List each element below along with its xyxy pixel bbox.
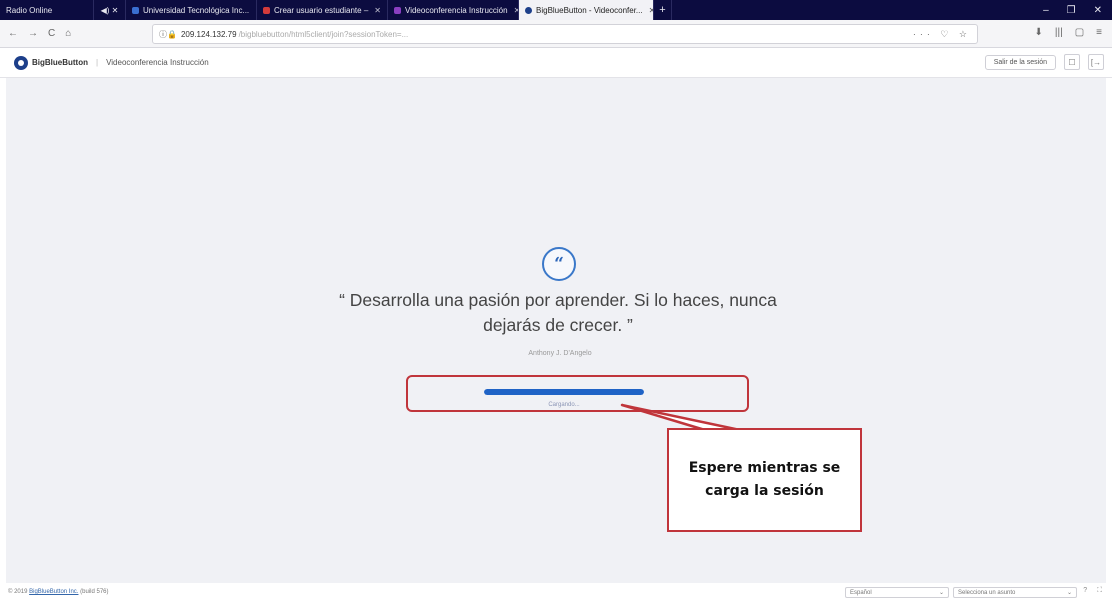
- favicon-icon: [525, 6, 532, 14]
- browser-toolbar: ← → C ⌂ ⓘ🔒 209.124.132.79 /bigbluebutton…: [0, 20, 1112, 48]
- language-value: Español: [850, 589, 872, 596]
- browser-tab-strip: Radio Online ◀︎) ✕ Universidad Tecnológi…: [0, 0, 1112, 20]
- tab-label: Crear usuario estudiante –: [274, 5, 369, 15]
- toolbar-right: ⬇ ||| ▢ ≡: [1035, 27, 1102, 38]
- copyright-prefix: © 2019: [8, 589, 30, 595]
- app-header: BigBlueButton | Videoconferencia Instruc…: [0, 48, 1112, 78]
- tab-bigbluebutton[interactable]: BigBlueButton - Videoconfer... ✕: [519, 0, 654, 20]
- home-icon[interactable]: ⌂: [65, 28, 71, 39]
- new-tab-button[interactable]: +: [654, 0, 672, 20]
- quote-author: Anthony J. D'Angelo: [528, 350, 592, 357]
- window-controls: – ❐ ✕: [1043, 5, 1112, 16]
- favicon-icon: [132, 6, 139, 14]
- favicon-icon: [263, 6, 270, 14]
- plus-icon: +: [659, 4, 666, 16]
- copyright-text: © 2019 BigBlueButton Inc. (build 576): [8, 589, 109, 595]
- forward-arrow-icon[interactable]: →: [28, 28, 38, 39]
- page-actions-icon[interactable]: ··· ♡ ☆: [913, 29, 971, 40]
- address-bar[interactable]: ⓘ🔒 209.124.132.79 /bigbluebutton/html5cl…: [152, 24, 978, 44]
- tab-label: Videoconferencia Instrucción: [405, 5, 508, 15]
- tab-crear-usuario[interactable]: Crear usuario estudiante – ✕: [257, 0, 388, 20]
- annotation-text: Espere mientras se carga la sesión: [688, 460, 841, 499]
- nav-buttons: ← → C ⌂: [0, 28, 150, 39]
- language-select[interactable]: Español ⌄: [845, 587, 949, 598]
- downloads-icon[interactable]: ⬇: [1035, 27, 1043, 38]
- tab-radio-online[interactable]: Radio Online: [0, 0, 94, 20]
- chevron-down-icon: ⌄: [938, 590, 944, 596]
- library-icon[interactable]: |||: [1055, 27, 1063, 38]
- tab-label: BigBlueButton - Videoconfer...: [536, 5, 643, 15]
- restore-button[interactable]: ❐: [1067, 5, 1076, 16]
- header-divider: |: [96, 58, 99, 67]
- header-actions: Salir de la sesión ☐ [→: [984, 54, 1104, 70]
- highlight-box: [406, 375, 749, 412]
- tab-audio-indicator[interactable]: ◀︎) ✕: [94, 0, 126, 20]
- chevron-down-icon: ⌄: [1066, 590, 1072, 596]
- logout-icon[interactable]: [→: [1088, 54, 1104, 70]
- favicon-icon: [394, 6, 401, 14]
- brand-name: BigBlueButton: [32, 58, 88, 67]
- speaker-icon: ◀︎) ✕: [100, 5, 119, 15]
- close-icon[interactable]: ✕: [374, 6, 381, 15]
- reload-icon[interactable]: C: [48, 28, 55, 39]
- loading-quote: “ Desarrolla una pasión por aprender. Si…: [339, 290, 777, 335]
- session-title: Videoconferencia Instrucción: [106, 58, 209, 67]
- quote-icon: “: [542, 247, 576, 281]
- issue-value: Selecciona un asunto: [958, 589, 1016, 596]
- tab-label: Universidad Tecnológica Inc...: [143, 5, 250, 15]
- app-footer: © 2019 BigBlueButton Inc. (build 576) Es…: [0, 584, 1112, 600]
- window-icon[interactable]: ☐: [1064, 54, 1080, 70]
- bigbluebutton-logo-icon: [14, 55, 28, 70]
- url-host: 209.124.132.79: [180, 29, 237, 39]
- url-path: /bigbluebutton/html5client/join?sessionT…: [238, 29, 409, 39]
- issue-select[interactable]: Selecciona un asunto ⌄: [953, 587, 1077, 598]
- menu-icon[interactable]: ≡: [1096, 27, 1102, 38]
- exit-session-button[interactable]: Salir de la sesión: [984, 54, 1056, 70]
- help-icon[interactable]: ? ⛶: [1083, 587, 1106, 595]
- build-version: (build 576): [78, 589, 109, 595]
- annotation-callout: Espere mientras se carga la sesión: [667, 428, 862, 532]
- company-link[interactable]: BigBlueButton Inc.: [29, 589, 78, 595]
- minimize-button[interactable]: –: [1043, 5, 1049, 16]
- close-window-button[interactable]: ✕: [1094, 5, 1102, 16]
- back-arrow-icon[interactable]: ←: [8, 28, 18, 39]
- sidebar-icon[interactable]: ▢: [1075, 27, 1084, 38]
- tab-label: Radio Online: [6, 5, 53, 15]
- lock-icon: ⓘ🔒: [159, 29, 177, 39]
- tab-universidad[interactable]: Universidad Tecnológica Inc... ✕: [126, 0, 257, 20]
- tab-videoconferencia[interactable]: Videoconferencia Instrucción ✕: [388, 0, 519, 20]
